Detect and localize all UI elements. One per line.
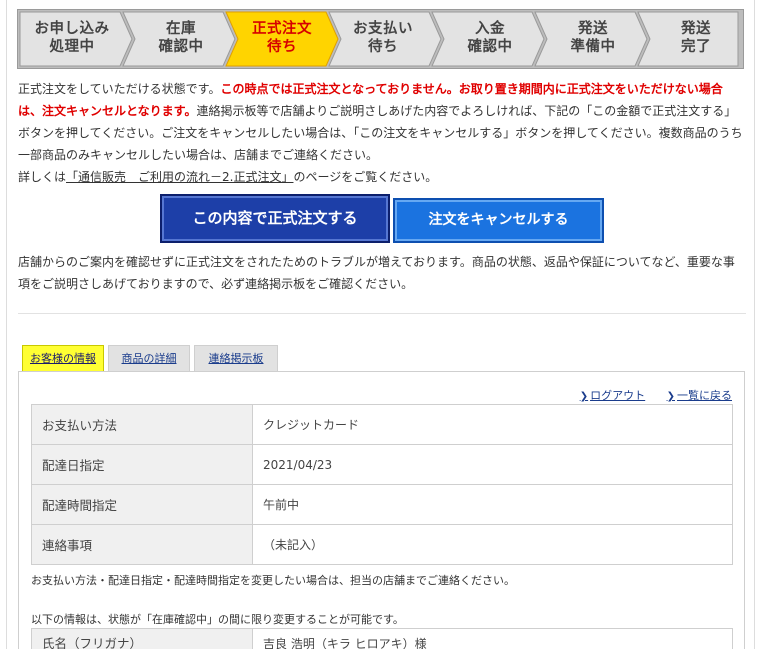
back-label: 一覧に戻る	[677, 389, 732, 402]
step-label: 正式注文 待ち	[252, 21, 312, 55]
change-note: お支払い方法・配達日指定・配達時間指定を変更したい場合は、担当の店舗までご連絡く…	[31, 574, 515, 587]
row-key: 配達日指定	[31, 444, 253, 485]
step-stock-check: 在庫 確認中	[122, 11, 236, 67]
step-label: 入金 確認中	[467, 21, 513, 55]
step-formal-order-wait: 正式注文 待ち	[225, 11, 339, 67]
row-value: クレジットカード	[252, 404, 733, 445]
confirm-order-button[interactable]: この内容で正式注文する	[160, 194, 390, 243]
intro-plain: 正式注文をしていただける状態です。	[18, 82, 221, 96]
intro-detail-suffix: のページをご覧ください。	[293, 170, 438, 184]
order-page: お申し込み 処理中 在庫 確認中 正式注文 待ち お支払い 待ち 入金 確認中 …	[6, 0, 755, 649]
cancel-order-button[interactable]: 注文をキャンセルする	[393, 198, 604, 243]
name-row: 氏名（フリガナ） 吉良 浩明（キラ ヒロアキ）様	[31, 628, 733, 649]
chevron-right-icon: ❯	[666, 391, 675, 402]
row-key: 連絡事項	[31, 524, 253, 565]
row-value: 午前中	[252, 484, 733, 525]
table-row: 配達日指定 2021/04/23	[31, 444, 733, 485]
panel-links: ❯ ログアウト ❯ 一覧に戻る	[562, 387, 732, 403]
customer-info-panel: ❯ ログアウト ❯ 一覧に戻る お支払い方法 クレジットカード 配達日指定 2021…	[18, 371, 745, 649]
row-key: 氏名（フリガナ）	[32, 629, 253, 649]
table-row: 配達時間指定 午前中	[31, 484, 733, 525]
divider	[18, 313, 746, 314]
row-key: お支払い方法	[31, 404, 253, 445]
table-row: お支払い方法 クレジットカード	[31, 404, 733, 445]
step-payment-wait: お支払い 待ち	[328, 11, 442, 67]
logout-label: ログアウト	[590, 389, 646, 402]
intro-detail-prefix: 詳しくは	[18, 170, 67, 184]
order-info-table: お支払い方法 クレジットカード 配達日指定 2021/04/23 配達時間指定 …	[31, 404, 733, 565]
tab-product-details[interactable]: 商品の詳細	[108, 345, 190, 371]
table-row: 連絡事項 （未記入）	[31, 524, 733, 565]
editable-note: 以下の情報は、状態が「在庫確認中」の間に限り変更することが可能です。	[31, 613, 404, 626]
step-ship-prep: 発送 準備中	[534, 11, 648, 67]
notice-text: 店舗からのご案内を確認せずに正式注文をされたためのトラブルが増えております。商品…	[18, 255, 735, 291]
step-payment-confirm: 入金 確認中	[431, 11, 545, 67]
step-label: お支払い 待ち	[353, 21, 413, 55]
step-label: お申し込み 処理中	[34, 21, 110, 55]
row-key: 配達時間指定	[31, 484, 253, 525]
row-value: （未記入）	[252, 524, 733, 565]
back-to-list-link[interactable]: ❯ 一覧に戻る	[667, 389, 732, 402]
logout-link[interactable]: ❯ ログアウト	[580, 389, 645, 402]
step-application: お申し込み 処理中	[19, 11, 133, 67]
intro-text: 正式注文をしていただける状態です。この時点では正式注文となっておりません。お取り…	[18, 78, 746, 188]
step-label: 発送 完了	[681, 21, 711, 55]
tab-message-board[interactable]: 連絡掲示板	[194, 345, 278, 371]
chevron-right-icon: ❯	[579, 391, 589, 402]
step-shipped: 発送 完了	[637, 11, 739, 67]
tab-customer-info[interactable]: お客様の情報	[22, 345, 104, 371]
order-progress-steps: お申し込み 処理中 在庫 確認中 正式注文 待ち お支払い 待ち 入金 確認中 …	[17, 9, 744, 69]
step-label: 発送 準備中	[570, 21, 616, 55]
row-value: 2021/04/23	[252, 444, 733, 485]
row-value: 吉良 浩明（キラ ヒロアキ）様	[263, 637, 427, 649]
step-label: 在庫 確認中	[158, 21, 204, 55]
order-flow-link[interactable]: 「通信販売 ご利用の流れ－2.正式注文」	[66, 170, 293, 184]
